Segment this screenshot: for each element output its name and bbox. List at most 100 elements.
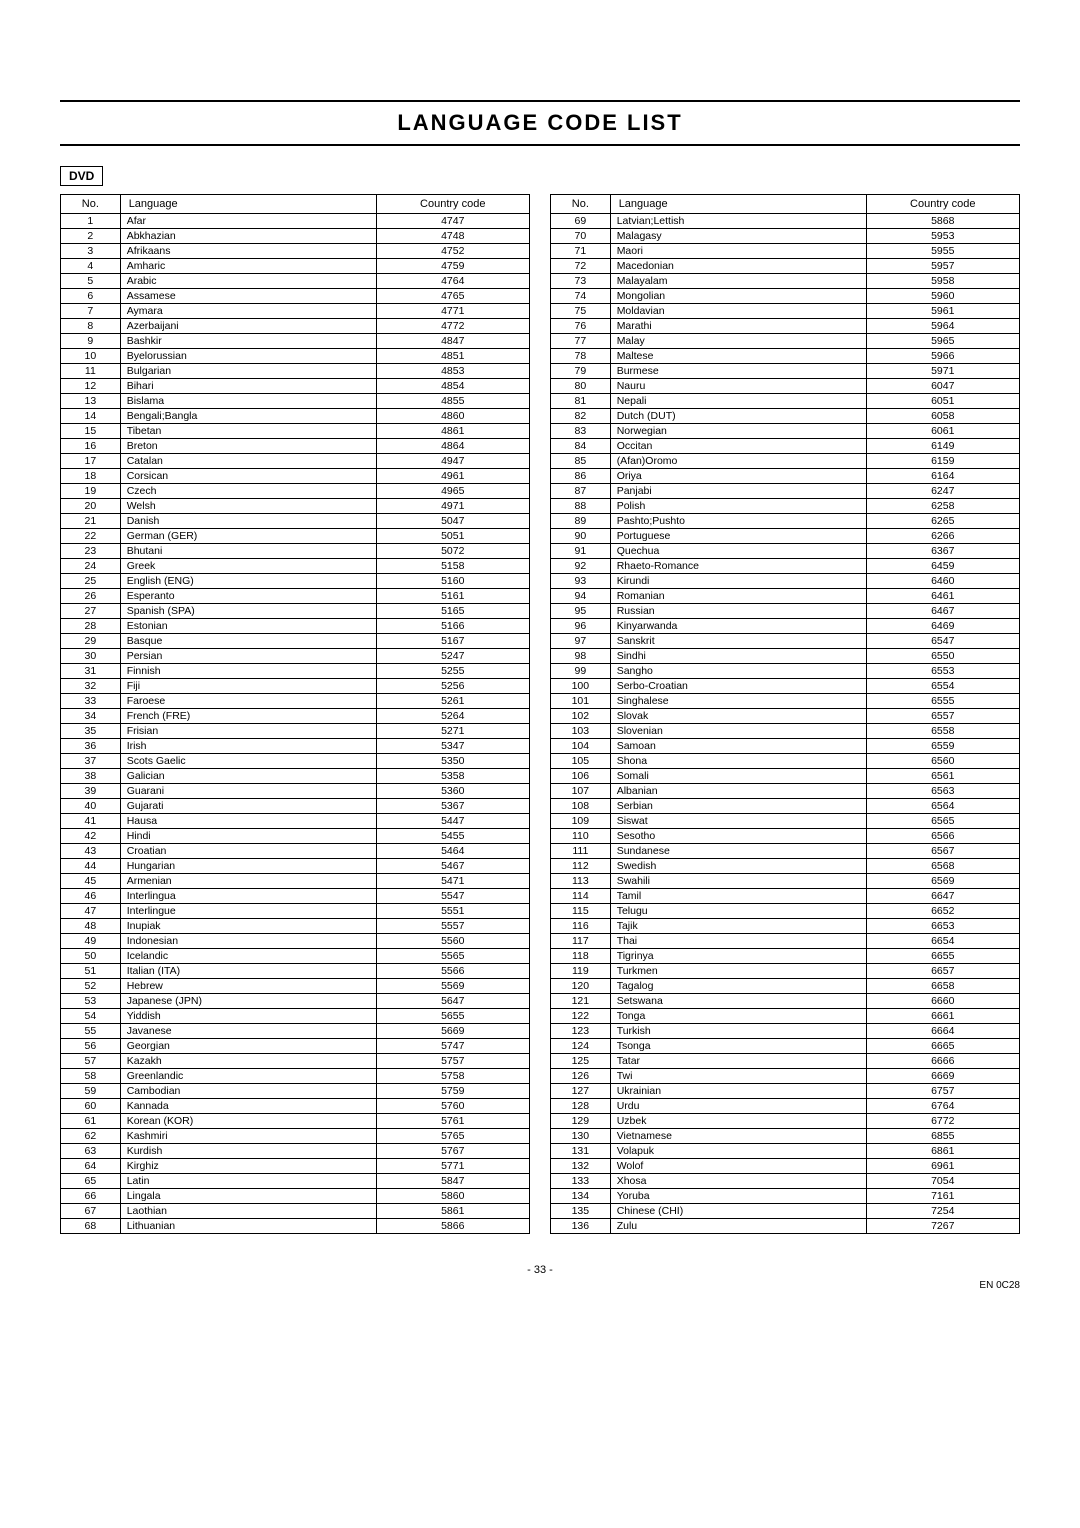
row-no: 66 (61, 1189, 121, 1204)
row-no: 123 (551, 1024, 611, 1039)
table-row: 12 Bihari 4854 (61, 379, 530, 394)
table-row: 40 Gujarati 5367 (61, 799, 530, 814)
row-code: 5161 (376, 589, 530, 604)
row-code: 7161 (866, 1189, 1020, 1204)
row-code: 5256 (376, 679, 530, 694)
row-no: 41 (61, 814, 121, 829)
row-no: 136 (551, 1219, 611, 1234)
table-row: 107 Albanian 6563 (551, 784, 1020, 799)
row-no: 67 (61, 1204, 121, 1219)
row-lang: Occitan (610, 439, 866, 454)
table-row: 70 Malagasy 5953 (551, 229, 1020, 244)
table-row: 92 Rhaeto-Romance 6459 (551, 559, 1020, 574)
row-no: 12 (61, 379, 121, 394)
row-code: 5358 (376, 769, 530, 784)
row-code: 5655 (376, 1009, 530, 1024)
row-lang: Bashkir (120, 334, 376, 349)
table-row: 7 Aymara 4771 (61, 304, 530, 319)
row-code: 6653 (866, 919, 1020, 934)
row-no: 24 (61, 559, 121, 574)
row-lang: Frisian (120, 724, 376, 739)
row-no: 10 (61, 349, 121, 364)
table-row: 96 Kinyarwanda 6469 (551, 619, 1020, 634)
row-code: 5955 (866, 244, 1020, 259)
table-row: 26 Esperanto 5161 (61, 589, 530, 604)
row-no: 59 (61, 1084, 121, 1099)
table-row: 65 Latin 5847 (61, 1174, 530, 1189)
row-code: 5765 (376, 1129, 530, 1144)
row-code: 6567 (866, 844, 1020, 859)
row-lang: Sindhi (610, 649, 866, 664)
row-lang: Catalan (120, 454, 376, 469)
row-code: 5757 (376, 1054, 530, 1069)
row-no: 90 (551, 529, 611, 544)
row-lang: Yoruba (610, 1189, 866, 1204)
row-code: 5965 (866, 334, 1020, 349)
row-no: 74 (551, 289, 611, 304)
table-row: 36 Irish 5347 (61, 739, 530, 754)
row-code: 7267 (866, 1219, 1020, 1234)
table-row: 5 Arabic 4764 (61, 274, 530, 289)
row-code: 6568 (866, 859, 1020, 874)
row-lang: Welsh (120, 499, 376, 514)
row-no: 37 (61, 754, 121, 769)
row-lang: Amharic (120, 259, 376, 274)
row-lang: Urdu (610, 1099, 866, 1114)
row-no: 84 (551, 439, 611, 454)
row-no: 120 (551, 979, 611, 994)
row-code: 5255 (376, 664, 530, 679)
row-code: 6258 (866, 499, 1020, 514)
row-code: 6149 (866, 439, 1020, 454)
row-lang: Azerbaijani (120, 319, 376, 334)
table-row: 123 Turkish 6664 (551, 1024, 1020, 1039)
row-no: 130 (551, 1129, 611, 1144)
table-row: 101 Singhalese 6555 (551, 694, 1020, 709)
row-code: 5759 (376, 1084, 530, 1099)
row-no: 79 (551, 364, 611, 379)
row-no: 86 (551, 469, 611, 484)
row-lang: Indonesian (120, 934, 376, 949)
table-row: 58 Greenlandic 5758 (61, 1069, 530, 1084)
row-code: 5966 (866, 349, 1020, 364)
row-code: 4947 (376, 454, 530, 469)
table-row: 17 Catalan 4947 (61, 454, 530, 469)
row-no: 22 (61, 529, 121, 544)
row-no: 126 (551, 1069, 611, 1084)
left-col-code: Country code (376, 195, 530, 214)
row-code: 5767 (376, 1144, 530, 1159)
row-code: 6560 (866, 754, 1020, 769)
row-code: 6367 (866, 544, 1020, 559)
table-row: 79 Burmese 5971 (551, 364, 1020, 379)
row-lang: Shona (610, 754, 866, 769)
table-row: 98 Sindhi 6550 (551, 649, 1020, 664)
row-code: 6665 (866, 1039, 1020, 1054)
row-lang: Inupiak (120, 919, 376, 934)
table-row: 18 Corsican 4961 (61, 469, 530, 484)
table-row: 68 Lithuanian 5866 (61, 1219, 530, 1234)
table-row: 87 Panjabi 6247 (551, 484, 1020, 499)
row-code: 6557 (866, 709, 1020, 724)
row-no: 88 (551, 499, 611, 514)
row-no: 122 (551, 1009, 611, 1024)
row-code: 7054 (866, 1174, 1020, 1189)
table-row: 30 Persian 5247 (61, 649, 530, 664)
row-lang: Javanese (120, 1024, 376, 1039)
row-lang: Setswana (610, 994, 866, 1009)
table-row: 85 (Afan)Oromo 6159 (551, 454, 1020, 469)
left-col-lang: Language (120, 195, 376, 214)
row-lang: Maltese (610, 349, 866, 364)
row-code: 5464 (376, 844, 530, 859)
row-lang: Afar (120, 214, 376, 229)
table-row: 22 German (GER) 5051 (61, 529, 530, 544)
row-code: 5350 (376, 754, 530, 769)
row-lang: English (ENG) (120, 574, 376, 589)
row-lang: Marathi (610, 319, 866, 334)
row-code: 4854 (376, 379, 530, 394)
row-no: 99 (551, 664, 611, 679)
row-no: 38 (61, 769, 121, 784)
row-lang: Tajik (610, 919, 866, 934)
row-no: 114 (551, 889, 611, 904)
table-row: 130 Vietnamese 6855 (551, 1129, 1020, 1144)
row-code: 6460 (866, 574, 1020, 589)
row-code: 5158 (376, 559, 530, 574)
